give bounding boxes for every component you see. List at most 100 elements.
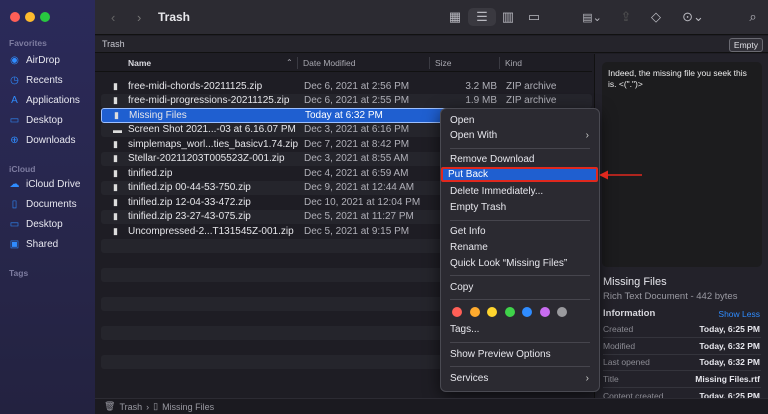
tag-color-dot[interactable]: [487, 307, 497, 317]
empty-trash-button[interactable]: Empty: [728, 38, 763, 52]
sidebar: Favorites ◉ AirDrop ◷ Recents A Application…: [0, 0, 95, 414]
search-icon[interactable]: ⌕: [745, 8, 761, 26]
path-bar: Trash Empty: [95, 36, 768, 53]
menu-item-put-back[interactable]: Put Back: [441, 167, 598, 182]
desktop-icon: ▭: [9, 218, 20, 230]
sidebar-item-label: Desktop: [26, 114, 63, 126]
section-favorites: Favorites: [9, 38, 47, 48]
menu-item-copy[interactable]: Copy: [445, 280, 595, 295]
column-name[interactable]: Name: [128, 58, 151, 68]
file-row[interactable]: ▮ free-midi-chords-20211125.zip Dec 6, 2…: [101, 79, 592, 94]
tag-color-dot[interactable]: [469, 307, 480, 317]
file-size: 3.2 MB: [465, 80, 497, 92]
file-name: free-midi-progressions-20211125.zip: [128, 95, 290, 107]
breadcrumb-missing-files[interactable]: Missing Files: [162, 402, 214, 412]
minimize-button[interactable]: [25, 12, 35, 22]
info-value: Today, 6:32 PM: [699, 357, 760, 368]
information-heading: Information: [603, 308, 656, 319]
column-divider: [429, 57, 430, 69]
file-name: Uncompressed-2...T131545Z-001.zip: [128, 225, 294, 237]
toolbar: ‹ › Trash ▦ ☰ ▥ ▭ ▤⌄ ⇪ ◇ ⊙⌄ ⌕: [95, 0, 768, 35]
preview-subtitle: Rich Text Document - 442 bytes: [603, 291, 738, 302]
list-view-icon[interactable]: ☰: [468, 8, 496, 26]
menu-item-rename[interactable]: Rename: [445, 240, 595, 255]
info-label: Title: [603, 374, 619, 385]
sidebar-item-label: Applications: [26, 94, 80, 106]
menu-separator: [450, 299, 590, 300]
info-divider: [603, 337, 761, 338]
tag-color-dot[interactable]: [504, 307, 515, 317]
menu-separator: [450, 220, 590, 221]
file-row[interactable]: ▮ free-midi-progressions-20211125.zip De…: [101, 93, 592, 108]
menu-item-open-with[interactable]: Open With ›: [445, 128, 595, 143]
sidebar-item-airdrop[interactable]: ◉ AirDrop: [9, 52, 60, 68]
menu-item-empty-trash[interactable]: Empty Trash: [445, 200, 595, 215]
file-name: Screen Shot 2021...-03 at 6.16.07 PM: [128, 124, 296, 136]
airdrop-icon: ◉: [10, 54, 19, 66]
menu-item-delete-immediately[interactable]: Delete Immediately...: [445, 184, 595, 199]
sidebar-item-icloud-desktop[interactable]: ▭ Desktop: [9, 216, 63, 232]
column-view-icon[interactable]: ▥: [499, 8, 517, 26]
menu-item-open[interactable]: Open: [445, 113, 595, 128]
tag-icon[interactable]: ◇: [648, 8, 664, 26]
trash-icon: 🗑: [104, 401, 116, 411]
menu-item-get-info[interactable]: Get Info: [445, 224, 595, 239]
column-size[interactable]: Size: [435, 58, 452, 68]
menu-item-services[interactable]: Services ›: [445, 371, 595, 386]
file-kind: ZIP archive: [506, 80, 557, 92]
column-divider: [297, 57, 298, 69]
tag-color-dot[interactable]: [522, 307, 532, 317]
group-icon[interactable]: ▤⌄: [579, 8, 605, 26]
tag-color-dot[interactable]: [557, 307, 567, 317]
clock-icon: ◷: [10, 74, 19, 86]
forward-icon[interactable]: ›: [137, 8, 141, 26]
preview-content: Indeed, the missing file you seek this i…: [602, 62, 762, 267]
back-icon[interactable]: ‹: [111, 8, 115, 26]
breadcrumb-trash[interactable]: Trash: [119, 402, 142, 412]
sidebar-item-label: AirDrop: [26, 54, 60, 66]
info-value: Missing Files.rtf: [695, 374, 760, 385]
info-divider: [603, 353, 761, 355]
file-name: Stellar-20211203T005523Z-001.zip: [128, 153, 285, 165]
sidebar-item-applications[interactable]: A Applications: [9, 92, 80, 108]
column-kind[interactable]: Kind: [505, 58, 522, 68]
zoom-button[interactable]: [40, 12, 50, 22]
sidebar-item-documents[interactable]: ▯ Documents: [9, 196, 77, 212]
sidebar-item-label: iCloud Drive: [26, 178, 81, 190]
icon-view-icon[interactable]: ▦: [446, 8, 464, 26]
close-button[interactable]: [10, 12, 20, 22]
sidebar-item-shared[interactable]: ▣ Shared: [9, 236, 58, 252]
file-icon: ▬: [113, 124, 122, 135]
chevron-right-icon: ›: [585, 130, 589, 141]
menu-item-tags[interactable]: Tags...: [445, 322, 595, 337]
sidebar-item-label: Desktop: [26, 218, 63, 230]
annotation-arrow-icon: [599, 170, 642, 180]
sidebar-item-desktop[interactable]: ▭ Desktop: [9, 112, 63, 128]
info-value: Today, 6:25 PM: [699, 324, 760, 334]
menu-item-show-preview-options[interactable]: Show Preview Options: [445, 347, 595, 362]
gallery-view-icon[interactable]: ▭: [525, 8, 543, 26]
section-tags: Tags: [9, 268, 29, 278]
document-icon: ▯: [153, 401, 159, 411]
column-date-modified[interactable]: Date Modified: [303, 58, 355, 68]
show-less-link[interactable]: Show Less: [718, 309, 760, 319]
file-icon: ▮: [113, 167, 118, 178]
info-value: Today, 6:32 PM: [699, 340, 760, 351]
sidebar-item-label: Shared: [26, 238, 59, 250]
file-name: free-midi-chords-20211125.zip: [128, 80, 263, 92]
sidebar-item-recents[interactable]: ◷ Recents: [9, 72, 63, 88]
info-divider: [603, 387, 761, 389]
tag-color-dot[interactable]: [539, 307, 550, 317]
menu-separator: [450, 275, 590, 276]
menu-item-remove-download[interactable]: Remove Download: [445, 152, 595, 167]
file-date: Dec 6, 2021 at 2:55 PM: [304, 95, 410, 107]
more-actions-icon[interactable]: ⊙⌄: [680, 8, 706, 26]
sidebar-item-downloads[interactable]: ⊕ Downloads: [9, 132, 75, 148]
menu-item-quick-look[interactable]: Quick Look “Missing Files”: [445, 256, 595, 271]
share-icon[interactable]: ⇪: [619, 8, 633, 26]
file-date: Today at 6:32 PM: [305, 109, 383, 121]
sidebar-item-icloud-drive[interactable]: ☁ iCloud Drive: [9, 176, 81, 192]
file-icon: ▮: [113, 138, 118, 149]
file-date: Dec 3, 2021 at 8:55 AM: [304, 153, 409, 165]
tag-color-dot[interactable]: [452, 307, 462, 317]
